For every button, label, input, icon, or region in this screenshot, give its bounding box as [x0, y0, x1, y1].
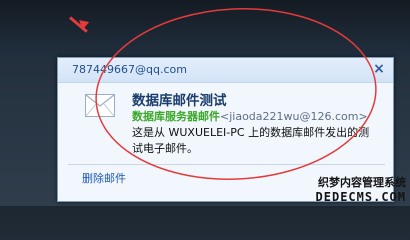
envelope-icon [85, 94, 115, 117]
watermark-domain: DEDECMS.COM [315, 190, 406, 204]
from-name: 数据库服务器邮件 [132, 110, 220, 123]
divider [68, 164, 385, 165]
sender-account: 787449667@qq.com [72, 63, 187, 76]
delete-mail-link[interactable]: 删除邮件 [82, 170, 126, 186]
desktop-background [0, 0, 410, 60]
watermark: 织梦内容管理系统 DEDECMS.COM [316, 174, 406, 204]
mail-from: 数据库服务器邮件<jiaoda221wu@126.com> [132, 108, 368, 124]
mail-body-preview: 这是从 WUXUELEI-PC 上的数据库邮件发出的测试电子邮件。 [132, 126, 370, 155]
mail-subject[interactable]: 数据库邮件测试 [132, 89, 227, 109]
popup-header: 787449667@qq.com × [58, 58, 393, 83]
close-button[interactable]: × [372, 61, 386, 77]
watermark-title: 织梦内容管理系统 [318, 176, 406, 189]
from-address: <jiaoda221wu@126.com> [220, 110, 368, 123]
